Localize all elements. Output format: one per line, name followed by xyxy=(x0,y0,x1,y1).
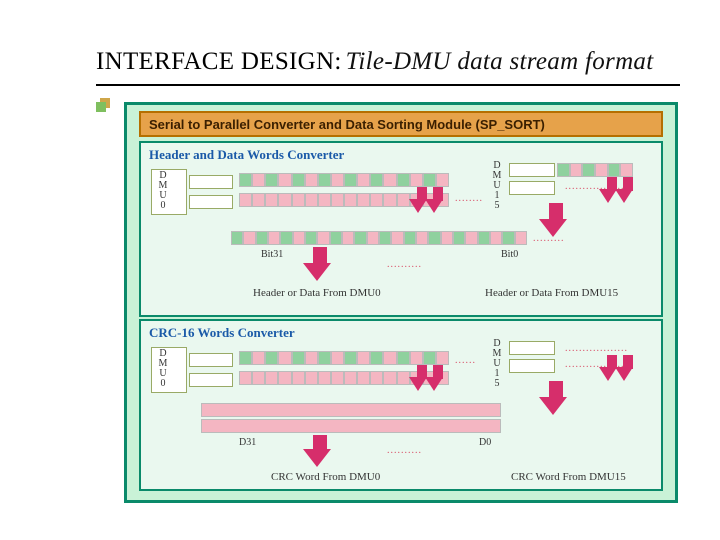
panel1-subtitle: Header and Data Words Converter xyxy=(149,147,344,163)
arrow-down-icon xyxy=(303,263,331,281)
arrow-down-icon xyxy=(615,367,633,381)
ellipsis-icon: .......... xyxy=(387,259,422,270)
ellipsis-icon: .................. xyxy=(565,343,628,354)
data1-box xyxy=(189,373,233,387)
caption-dmu0: Header or Data From DMU0 xyxy=(253,287,381,299)
stripe-row xyxy=(239,351,449,365)
diagram-frame: Serial to Parallel Converter and Data So… xyxy=(124,102,678,503)
dmu0-label: DMU0 xyxy=(155,349,171,389)
data31-box xyxy=(509,359,555,373)
stripe-row xyxy=(557,163,633,177)
panel2-subtitle: CRC-16 Words Converter xyxy=(149,325,295,341)
data1-box xyxy=(189,195,233,209)
ellipsis-icon: ...... xyxy=(455,355,476,366)
data0-box xyxy=(189,353,233,367)
bit0-label: Bit0 xyxy=(501,249,518,260)
title-part1: INTERFACE DESIGN: xyxy=(96,48,342,75)
page-title: INTERFACE DESIGN: Tile-DMU data stream f… xyxy=(96,48,680,76)
d31-label: D31 xyxy=(239,437,256,448)
data30-box xyxy=(509,163,555,177)
stripe-row-long xyxy=(231,231,527,245)
caption-dmu15: Header or Data From DMU15 xyxy=(485,287,618,299)
title-part2: Tile-DMU data stream format xyxy=(346,48,654,75)
data31-box xyxy=(509,181,555,195)
bullet-icon xyxy=(96,98,110,112)
bit31-label: Bit31 xyxy=(261,249,283,260)
dmu15-label: DMU15 xyxy=(489,339,505,389)
pink-bar xyxy=(201,403,501,417)
caption-crc-dmu15: CRC Word From DMU15 xyxy=(511,471,626,483)
dmu0-label: DMU0 xyxy=(155,171,171,211)
stripe-row xyxy=(239,173,449,187)
panel-header-data: Header and Data Words Converter DMU0 Dat… xyxy=(139,141,663,317)
d0-label: D0 xyxy=(479,437,491,448)
arrow-down-icon xyxy=(425,377,443,391)
slide: INTERFACE DESIGN: Tile-DMU data stream f… xyxy=(0,0,720,540)
dmu15-label: DMU15 xyxy=(489,161,505,211)
data30-box xyxy=(509,341,555,355)
arrow-down-icon xyxy=(303,449,331,467)
panel-crc16: CRC-16 Words Converter DMU0 Data0 Data1 … xyxy=(139,319,663,491)
ellipsis-icon: .......... xyxy=(387,445,422,456)
pink-bar xyxy=(201,419,501,433)
arrow-down-icon xyxy=(539,219,567,237)
data0-box xyxy=(189,175,233,189)
title-underline xyxy=(96,84,680,86)
arrow-down-icon xyxy=(425,199,443,213)
caption-crc-dmu0: CRC Word From DMU0 xyxy=(271,471,380,483)
arrow-down-icon xyxy=(615,189,633,203)
ellipsis-icon: ........ xyxy=(455,193,483,204)
arrow-down-icon xyxy=(539,397,567,415)
banner: Serial to Parallel Converter and Data So… xyxy=(139,111,663,137)
